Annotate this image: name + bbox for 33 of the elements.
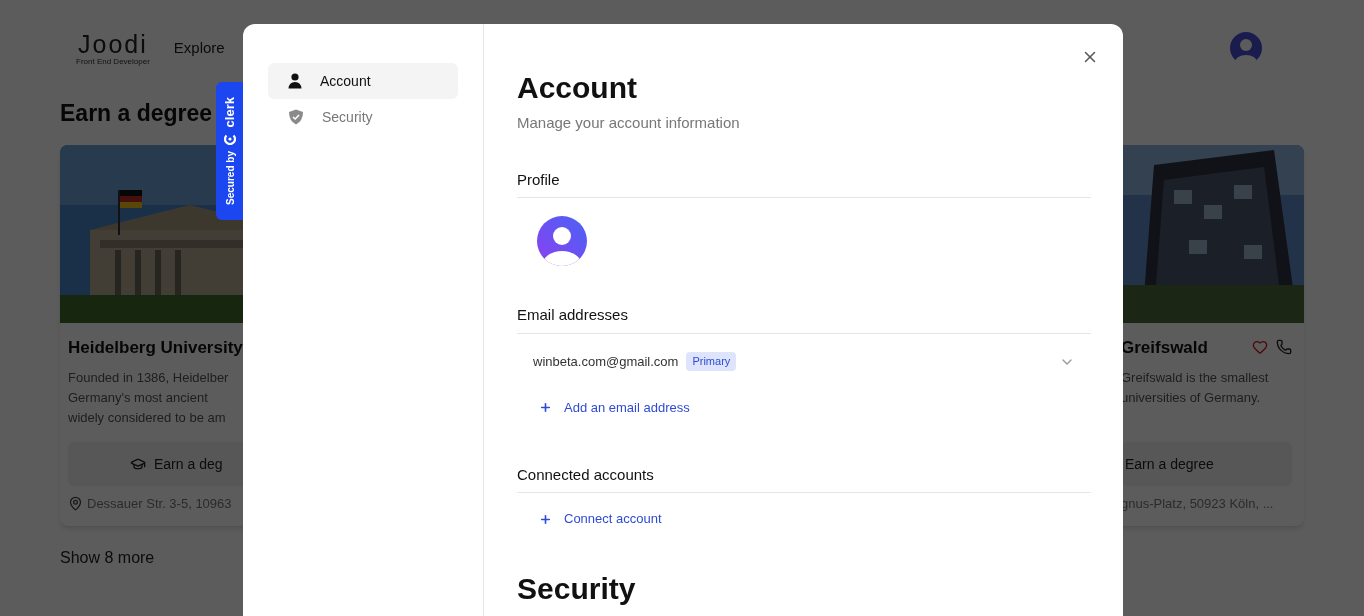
person-icon bbox=[288, 73, 302, 89]
heart-icon[interactable] bbox=[1252, 339, 1268, 356]
card-description: widely considered to be am bbox=[68, 409, 227, 427]
add-email-button[interactable]: Add an email address bbox=[517, 389, 690, 426]
clerk-logo-icon bbox=[224, 133, 236, 146]
card-description: Germany's most ancient bbox=[68, 389, 209, 407]
card-description: Greifswald is the smallest bbox=[1121, 369, 1270, 387]
section-heading: Security bbox=[517, 571, 637, 607]
secured-by-badge[interactable]: Secured by clerk bbox=[216, 82, 244, 220]
email-row[interactable]: winbeta.com@gmail.com Primary bbox=[517, 333, 1091, 390]
email-address: winbeta.com@gmail.com bbox=[533, 352, 679, 371]
section-title: Earn a degree bbox=[60, 99, 213, 128]
dialog-title: Account bbox=[517, 70, 638, 106]
card-description: Founded in 1386, Heidelber bbox=[68, 369, 230, 387]
dialog-subtitle: Manage your account information bbox=[517, 113, 741, 133]
nav-item[interactable]: Security bbox=[268, 99, 458, 135]
avatar[interactable] bbox=[537, 216, 587, 266]
card-description: universities of Germany. bbox=[1121, 389, 1262, 407]
plus-icon bbox=[539, 512, 552, 526]
section-title: Connected accounts bbox=[517, 464, 655, 485]
section-title: Email addresses bbox=[517, 305, 629, 325]
phone-icon[interactable] bbox=[1276, 339, 1292, 356]
card-title: Heidelberg University bbox=[68, 336, 243, 359]
shield-check-icon bbox=[288, 109, 304, 125]
graduation-cap-icon bbox=[130, 456, 146, 472]
user-avatar[interactable] bbox=[1230, 32, 1262, 64]
location-pin-icon bbox=[68, 496, 83, 512]
section-title: Profile bbox=[517, 169, 561, 190]
plus-icon bbox=[539, 401, 552, 414]
connect-account-button[interactable]: Connect account bbox=[517, 503, 662, 535]
primary-tag: Primary bbox=[686, 352, 737, 371]
nav-item[interactable]: Account bbox=[268, 63, 458, 99]
card-title: Greifswald bbox=[1121, 336, 1208, 359]
